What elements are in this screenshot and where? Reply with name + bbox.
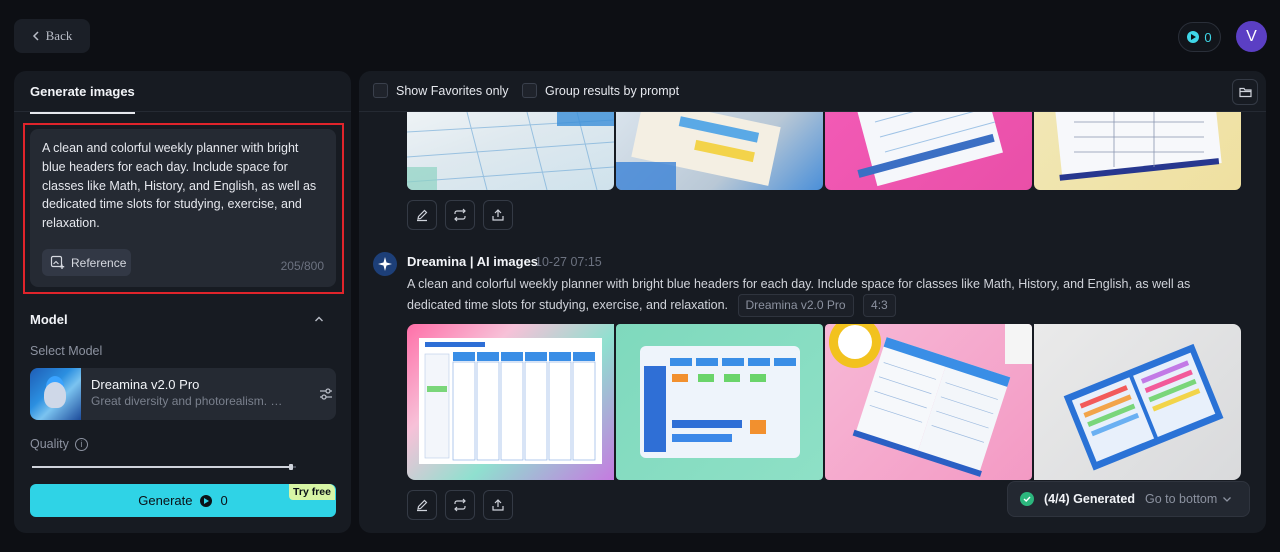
generate-panel: Generate images A clean and colorful wee… — [14, 71, 351, 533]
image-actions-previous — [407, 200, 513, 230]
bot-name: Dreamina | AI images — [407, 254, 539, 269]
regenerate-icon — [454, 498, 466, 512]
image-grid-previous — [407, 112, 1241, 190]
quality-text: Quality — [30, 437, 69, 451]
image-actions — [407, 490, 513, 520]
quality-slider-handle[interactable] — [288, 464, 293, 470]
select-model-label: Select Model — [30, 344, 103, 358]
result-image[interactable] — [616, 324, 823, 480]
regenerate-icon — [454, 208, 466, 222]
result-prompt: A clean and colorful weekly planner with… — [407, 275, 1237, 317]
group-results-label: Group results by prompt — [545, 83, 680, 98]
result-image[interactable] — [407, 324, 614, 480]
image-grid — [407, 324, 1241, 480]
result-image[interactable] — [616, 112, 823, 190]
go-to-bottom-button[interactable]: Go to bottom — [1145, 492, 1232, 506]
chevron-left-icon — [32, 31, 39, 41]
go-to-bottom-label: Go to bottom — [1145, 492, 1218, 506]
quality-label: Quality i — [30, 437, 88, 451]
generated-status-text: (4/4) Generated — [1044, 492, 1136, 506]
upload-icon — [492, 499, 504, 511]
show-favorites-checkbox[interactable]: Show Favorites only — [373, 83, 509, 98]
results-panel: Dreamina | AI images 10-27 07:15 A clean… — [359, 71, 1266, 533]
group-results-checkbox[interactable]: Group results by prompt — [522, 83, 679, 98]
quality-slider[interactable] — [32, 464, 296, 470]
edit-icon — [417, 209, 428, 222]
edit-button[interactable] — [407, 200, 437, 230]
image-add-icon — [50, 255, 65, 269]
dreamina-star-icon — [373, 252, 397, 276]
play-coin-icon — [200, 494, 213, 507]
regenerate-button[interactable] — [445, 200, 475, 230]
result-image[interactable] — [825, 324, 1032, 480]
check-icon — [1020, 492, 1034, 506]
upload-button[interactable] — [483, 200, 513, 230]
model-description: Great diversity and photorealism. Of... — [91, 394, 291, 408]
back-button[interactable]: Back — [14, 19, 90, 53]
back-label: Back — [45, 28, 73, 43]
chevron-up-icon[interactable] — [314, 314, 324, 324]
reference-button[interactable]: Reference — [42, 249, 131, 276]
results-toolbar: Show Favorites only Group results by pro… — [359, 71, 1266, 112]
edit-button[interactable] — [407, 490, 437, 520]
timestamp: 10-27 07:15 — [535, 255, 602, 269]
show-favorites-label: Show Favorites only — [396, 83, 509, 98]
divider — [14, 111, 351, 112]
regenerate-button[interactable] — [445, 490, 475, 520]
avatar[interactable]: V — [1236, 21, 1267, 52]
chevron-down-icon — [1223, 497, 1232, 502]
info-icon[interactable]: i — [74, 437, 88, 451]
tab-generate-images[interactable]: Generate images — [30, 84, 135, 114]
generate-cost: 0 — [220, 493, 228, 508]
upload-icon — [492, 209, 504, 221]
model-name: Dreamina v2.0 Pro — [91, 377, 200, 392]
prompt-input[interactable]: A clean and colorful weekly planner with… — [30, 129, 336, 287]
folder-button[interactable] — [1232, 79, 1258, 105]
model-tag: Dreamina v2.0 Pro — [737, 294, 854, 317]
checkbox[interactable] — [373, 83, 388, 98]
char-count: 205/800 — [280, 259, 324, 273]
folder-icon — [1238, 87, 1252, 98]
prompt-text[interactable]: A clean and colorful weekly planner with… — [42, 139, 322, 233]
result-image[interactable] — [825, 112, 1032, 190]
model-section-title: Model — [30, 312, 68, 327]
model-selector[interactable]: Dreamina v2.0 Pro Great diversity and ph… — [30, 368, 336, 420]
upload-button[interactable] — [483, 490, 513, 520]
result-image[interactable] — [1034, 112, 1241, 190]
reference-label: Reference — [71, 255, 127, 270]
sliders-icon[interactable] — [318, 386, 334, 402]
result-image[interactable] — [407, 112, 614, 190]
play-coin-icon — [1187, 31, 1200, 43]
generate-button[interactable]: Generate 0 Try free — [30, 484, 336, 517]
edit-icon — [417, 499, 428, 512]
try-free-badge: Try free — [289, 484, 335, 500]
generation-status: (4/4) Generated Go to bottom — [1007, 481, 1250, 517]
model-thumbnail — [30, 368, 81, 420]
credits-count: 0 — [1204, 29, 1212, 45]
credits-badge[interactable]: 0 — [1178, 22, 1221, 52]
quality-slider-fill — [32, 464, 293, 470]
ratio-tag: 4:3 — [863, 294, 896, 317]
checkbox[interactable] — [522, 83, 537, 98]
result-image[interactable] — [1034, 324, 1241, 480]
generate-label: Generate — [138, 493, 193, 508]
